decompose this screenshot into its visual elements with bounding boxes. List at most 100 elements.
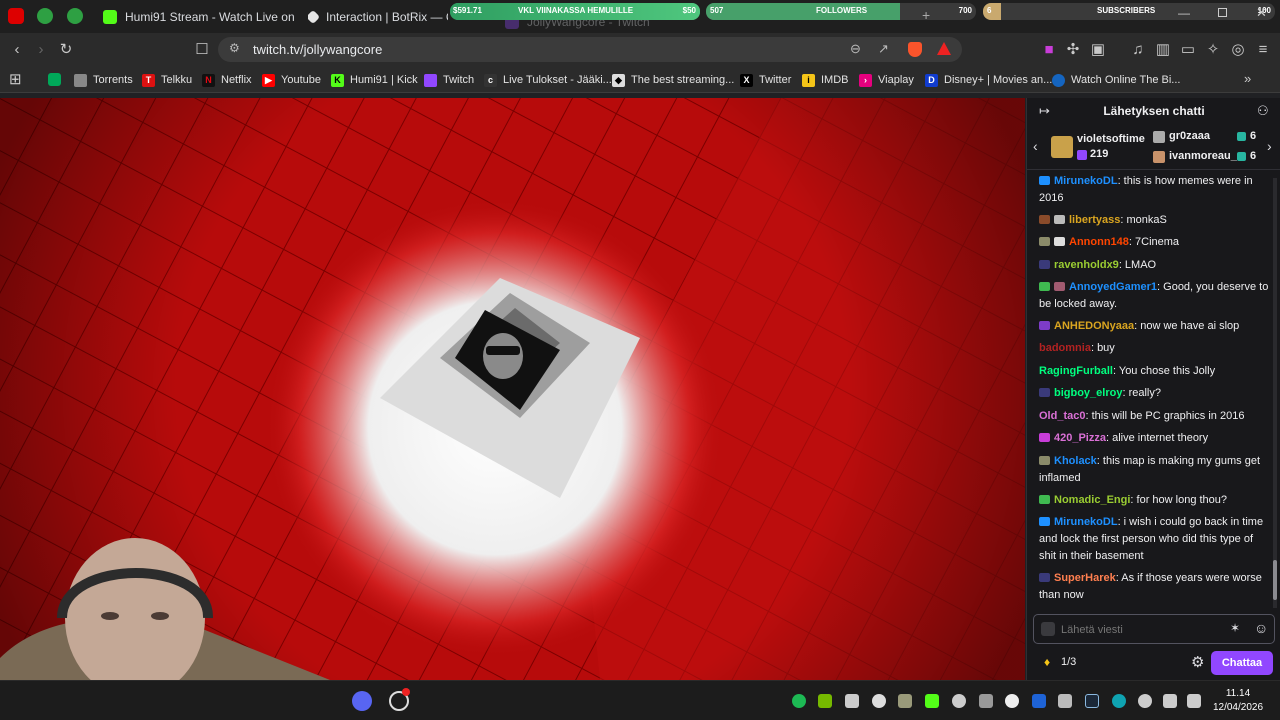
chat-username[interactable]: ANHEDONyaaa [1054, 320, 1134, 332]
bookmark-telkku[interactable]: T Telkku [142, 72, 192, 88]
tray-app-icon[interactable] [898, 694, 912, 708]
url-text[interactable]: twitch.tv/jollywangcore [253, 42, 382, 57]
leaderboard-first-name[interactable]: violetsoftime [1077, 133, 1145, 145]
maximize-icon[interactable] [1218, 8, 1227, 17]
chat-username[interactable]: MirunekoDL [1054, 516, 1118, 528]
back-icon[interactable]: ‹ [8, 41, 26, 59]
media-icon[interactable]: ♫ [1129, 41, 1147, 59]
chat-username[interactable]: badomnia [1039, 342, 1091, 354]
tray-app-icon-2[interactable] [952, 694, 966, 708]
leo-ai-icon[interactable]: ✧ [1204, 41, 1222, 59]
leaderboard-next-icon[interactable]: › [1267, 138, 1272, 154]
chat-username[interactable]: bigboy_elroy [1054, 387, 1122, 399]
play-button-icon-2[interactable] [67, 8, 83, 24]
play-button-icon[interactable] [37, 8, 53, 24]
address-bar[interactable]: ⚙ twitch.tv/jollywangcore ⊖ ↗ [218, 37, 962, 62]
sidebar-icon[interactable]: ▥ [1154, 41, 1172, 59]
bookmark-disney[interactable]: D Disney+ | Movies an... [925, 72, 1052, 88]
bookmark-label: Viaplay [878, 74, 914, 86]
discord-icon[interactable] [352, 691, 372, 711]
bits-icon[interactable] [1041, 622, 1055, 636]
bookmark-icon[interactable]: ☐ [193, 41, 211, 59]
chat-settings-icon[interactable]: ⚙ [1191, 653, 1204, 671]
chat-username[interactable]: libertyass [1069, 214, 1120, 226]
chat-scrollbar-thumb[interactable] [1273, 560, 1277, 600]
chat-input-box[interactable]: ✶ ☺ [1033, 614, 1275, 644]
wallet-icon[interactable]: ▭ [1179, 41, 1197, 59]
bookmark-streaming[interactable]: ◆ The best streaming... [612, 72, 734, 88]
cloud-icon[interactable] [872, 694, 886, 708]
chat-username[interactable]: RagingFurball [1039, 365, 1113, 377]
reload-icon[interactable]: ↻ [57, 41, 75, 59]
tray-app-icon-3[interactable] [979, 694, 993, 708]
leaderboard-prev-icon[interactable]: ‹ [1033, 138, 1038, 154]
donation-label: VKL VIINAKASSA HEMULILLE [518, 6, 634, 15]
more-bookmarks-icon[interactable]: » [1244, 71, 1251, 86]
bluetooth-icon[interactable] [1032, 694, 1046, 708]
chat-username[interactable]: ravenholdx9 [1054, 259, 1119, 271]
bookmark-netflix[interactable]: N Netflix [202, 72, 252, 88]
chat-username[interactable]: Nomadic_Engi [1054, 494, 1130, 506]
extension-icon-1[interactable]: ■ [1040, 41, 1058, 59]
bookmark-viaplay[interactable]: › Viaplay [859, 72, 914, 88]
cheer-icon[interactable]: ✶ [1230, 621, 1240, 635]
bookmark-twitter[interactable]: X Twitter [740, 72, 791, 88]
discord-tray-icon[interactable] [845, 694, 859, 708]
bookmark-watch-online[interactable]: Watch Online The Bi... [1052, 72, 1180, 88]
bookmark-imdb[interactable]: i IMDB [802, 72, 849, 88]
chat-username[interactable]: Old_tac0 [1039, 410, 1085, 422]
new-tab-icon[interactable]: + [922, 7, 930, 23]
youtube-tab-icon[interactable] [8, 8, 24, 24]
taskbar-clock[interactable]: 11.14 12/04/2026 [1208, 687, 1268, 715]
channel-points-icon[interactable]: ♦ [1044, 655, 1050, 669]
bookmark-kick[interactable]: K Humi91 | Kick [331, 72, 418, 88]
brave-rewards-icon[interactable] [937, 42, 951, 55]
minimize-icon[interactable]: — [1178, 6, 1190, 20]
emote-picker-icon[interactable]: ☺ [1254, 620, 1268, 636]
site-info-icon[interactable]: ⚙ [229, 41, 240, 55]
spotify-icon[interactable] [792, 694, 806, 708]
bookmark-r-icon[interactable] [48, 73, 61, 86]
video-player[interactable] [0, 98, 1025, 680]
apps-grid-icon[interactable]: ⊞ [9, 70, 22, 88]
tray-app-icon-5[interactable] [1058, 694, 1072, 708]
channel-points-label[interactable]: 1/3 [1061, 656, 1076, 668]
kick-tray-icon[interactable] [925, 694, 939, 708]
steam-icon[interactable] [1085, 694, 1099, 708]
chat-send-button[interactable]: Chattaa [1211, 651, 1273, 675]
edge-icon[interactable] [1112, 694, 1126, 708]
bookmark-youtube[interactable]: ▶ Youtube [262, 72, 321, 88]
chat-username[interactable]: AnnoyedGamer1 [1069, 281, 1157, 293]
vpn-icon[interactable]: ◎ [1229, 41, 1247, 59]
bookmark-twitch[interactable]: Twitch [424, 72, 474, 88]
chat-username[interactable]: MirunekoDL [1054, 175, 1118, 187]
share-icon[interactable]: ↗ [878, 41, 889, 57]
extensions-puzzle-icon[interactable]: ✣ [1064, 41, 1082, 59]
bookmark-livetulokset[interactable]: c Live Tulokset - Jääki... [484, 72, 612, 88]
chat-scrollbar[interactable] [1273, 178, 1277, 608]
chat-username[interactable]: Kholack [1054, 455, 1097, 467]
brave-shield-icon[interactable] [908, 42, 922, 57]
tab-label: Humi91 Stream - Watch Live on Kick [125, 9, 298, 24]
volume-icon[interactable] [1187, 694, 1201, 708]
microphone-icon[interactable] [1138, 694, 1152, 708]
chat-username[interactable]: 420_Pizza [1054, 432, 1106, 444]
tab-botrix[interactable]: Interaction | BotRix — Cloud Stream [308, 4, 448, 29]
chat-input[interactable] [1061, 621, 1221, 638]
tray-app-icon-4[interactable] [1005, 694, 1019, 708]
chat-username[interactable]: SuperHarek [1054, 572, 1116, 584]
extension-icon-2[interactable]: ▣ [1089, 41, 1107, 59]
chat-text: : buy [1090, 342, 1115, 354]
tab-kick[interactable]: Humi91 Stream - Watch Live on Kick [103, 4, 298, 29]
close-window-icon[interactable]: ✕ [1256, 5, 1267, 21]
nvidia-icon[interactable] [818, 694, 832, 708]
leaderboard-second-name[interactable]: gr0zaaa [1169, 130, 1210, 142]
forward-icon[interactable]: › [32, 41, 50, 59]
community-icon[interactable]: ⚇ [1257, 103, 1269, 119]
chat-username[interactable]: Annonn148 [1069, 236, 1129, 248]
network-icon[interactable] [1163, 694, 1177, 708]
leaderboard-third-name[interactable]: ivanmoreau_ [1169, 150, 1237, 162]
menu-icon[interactable]: ≡ [1254, 41, 1272, 59]
zoom-icon[interactable]: ⊖ [850, 41, 861, 57]
bookmark-torrents[interactable]: Torrents [74, 72, 133, 88]
